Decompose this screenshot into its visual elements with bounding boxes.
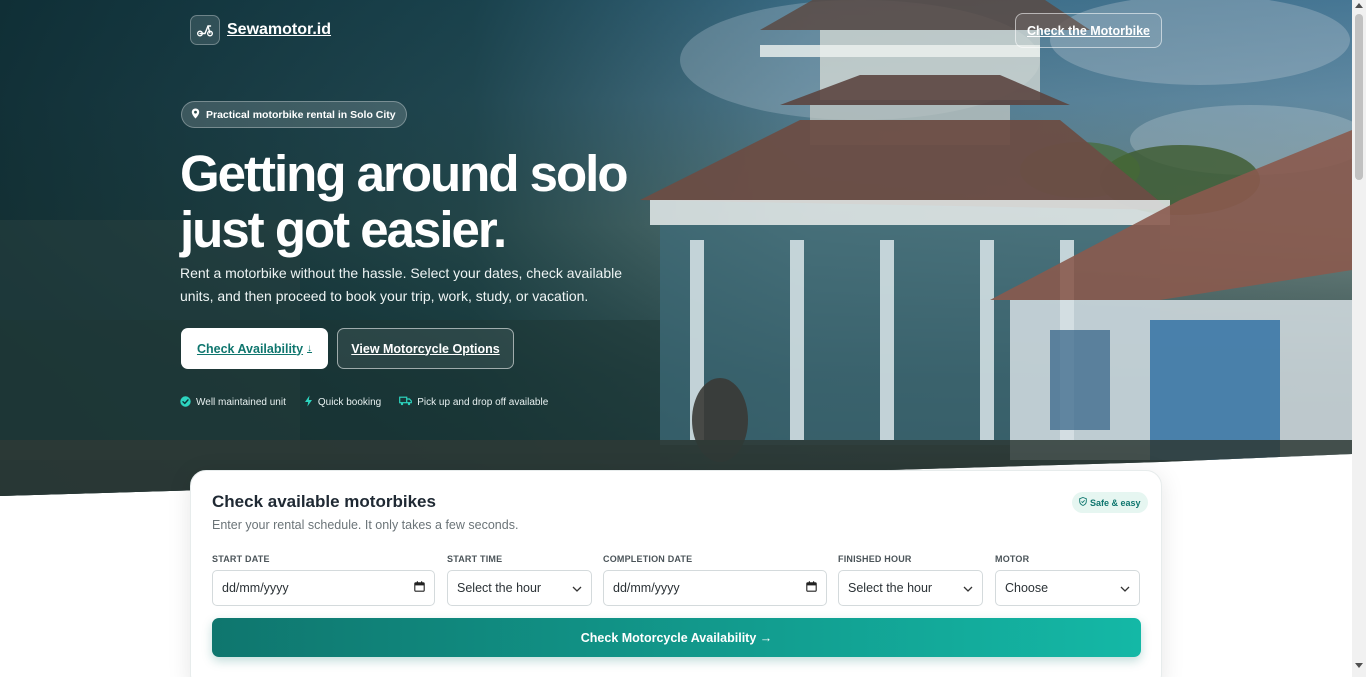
scroll-up-arrow-icon[interactable]: [1355, 3, 1363, 8]
page: Sewamotor.id Check the Motorbike Practic…: [0, 0, 1366, 677]
calendar-icon[interactable]: [806, 581, 817, 595]
view-motorcycle-options-button[interactable]: View Motorcycle Options: [337, 328, 514, 369]
completion-date-value: dd/mm/yyyy: [613, 581, 680, 595]
start-time-value: Select the hour: [457, 581, 542, 595]
badge-label: Safe & easy: [1090, 497, 1141, 508]
check-motorcycle-availability-button[interactable]: Check Motorcycle Availability →: [212, 618, 1141, 657]
start-date-label: START DATE: [212, 554, 270, 564]
feature-item: Pick up and drop off available: [399, 395, 548, 410]
motor-label: MOTOR: [995, 554, 1030, 564]
finished-hour-select[interactable]: Select the hour: [838, 570, 983, 606]
headline-line-2: just got easier.: [180, 201, 507, 258]
hero-headline: Getting around solo just got easier.: [180, 146, 740, 258]
finished-hour-label: FINISHED HOUR: [838, 554, 912, 564]
finished-hour-field: FINISHED HOUR Select the hour: [838, 554, 983, 606]
feature-label: Pick up and drop off available: [417, 397, 549, 408]
pill-text: Practical motorbike rental in Solo City: [206, 108, 396, 121]
feature-label: Quick booking: [317, 397, 382, 408]
motor-select[interactable]: Choose: [995, 570, 1140, 606]
start-time-label: START TIME: [447, 554, 503, 564]
location-pin-icon: [191, 108, 200, 122]
location-pill: Practical motorbike rental in Solo City: [181, 101, 407, 128]
start-time-field: START TIME Select the hour: [447, 554, 592, 606]
booking-subtitle: Enter your rental schedule. It only take…: [212, 518, 519, 532]
feature-item: Quick booking: [304, 395, 381, 410]
start-date-input[interactable]: dd/mm/yyyy: [212, 570, 435, 606]
scroll-down-arrow-icon[interactable]: [1355, 663, 1363, 668]
completion-date-field: COMPLETION DATE dd/mm/yyyy: [603, 554, 827, 606]
booking-card: Check available motorbikes Enter your re…: [190, 470, 1162, 677]
check-availability-label: Check Availability: [196, 341, 304, 356]
hero-subtext: Rent a motorbike without the hassle. Sel…: [180, 265, 623, 304]
start-date-field: START DATE dd/mm/yyyy: [212, 554, 435, 606]
feature-item: Well maintained unit: [180, 395, 286, 410]
brand-logo-link[interactable]: Sewamotor.id: [190, 15, 331, 45]
scrollbar-thumb[interactable]: [1355, 14, 1363, 180]
chevron-down-icon: [572, 581, 582, 595]
check-motorbike-button[interactable]: Check the Motorbike: [1015, 13, 1162, 48]
chevron-down-icon: [1120, 581, 1130, 595]
completion-date-label: COMPLETION DATE: [603, 554, 693, 564]
motor-field: MOTOR Choose: [995, 554, 1140, 606]
arrow-down-icon: ↓: [307, 343, 313, 354]
page-scrollbar[interactable]: [1352, 0, 1366, 677]
finished-hour-value: Select the hour: [848, 581, 933, 595]
booking-title: Check available motorbikes: [212, 492, 436, 511]
check-circle-icon: [180, 395, 191, 410]
brand-name: Sewamotor.id: [227, 21, 332, 38]
scooter-icon: [190, 15, 220, 45]
lightning-icon: [304, 395, 313, 410]
shield-check-icon: [1079, 497, 1087, 508]
calendar-icon[interactable]: [414, 581, 425, 595]
truck-icon: [399, 396, 413, 409]
check-availability-button[interactable]: Check Availability ↓: [181, 328, 328, 369]
completion-date-input[interactable]: dd/mm/yyyy: [603, 570, 827, 606]
headline-line-1: Getting around solo: [180, 145, 628, 202]
feature-label: Well maintained unit: [196, 397, 286, 408]
safe-badge: Safe & easy: [1072, 492, 1148, 513]
chevron-down-icon: [963, 581, 973, 595]
feature-list: Well maintained unit Quick booking Pick …: [180, 395, 548, 410]
start-date-value: dd/mm/yyyy: [222, 581, 289, 595]
motor-value: Choose: [1005, 581, 1049, 595]
start-time-select[interactable]: Select the hour: [447, 570, 592, 606]
